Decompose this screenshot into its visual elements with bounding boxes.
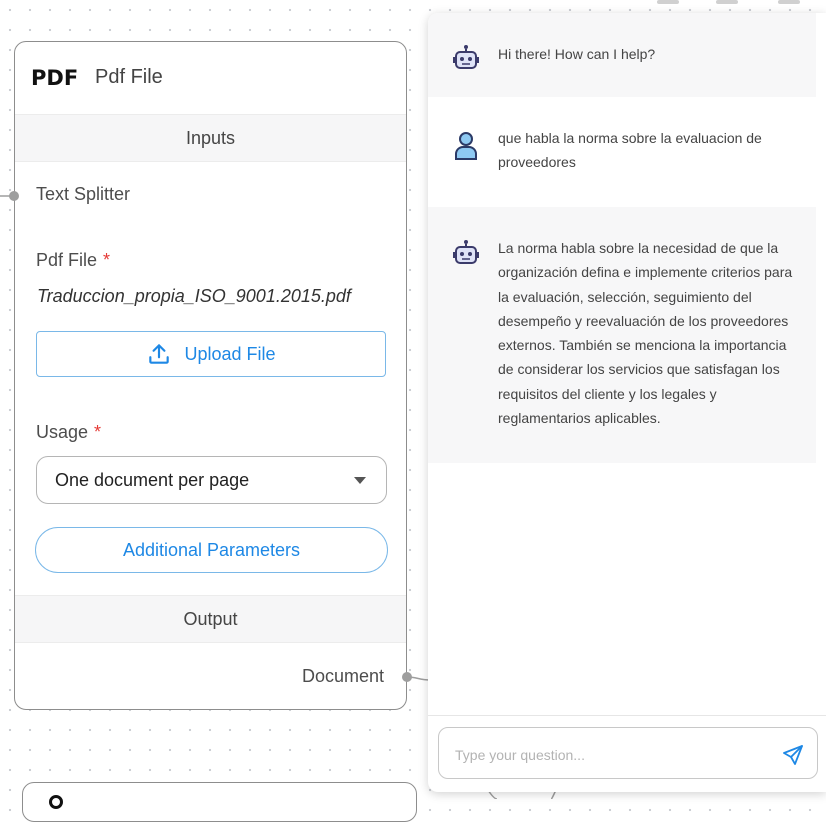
send-icon[interactable]: [781, 743, 805, 767]
pdf-file-label: Pdf File: [36, 250, 98, 270]
chat-message-text: Hi there! How can I help?: [498, 46, 656, 62]
pdf-file-field-label: Pdf File *: [36, 250, 110, 271]
usage-select-value: One document per page: [55, 469, 250, 490]
pdf-icon: PDF: [31, 66, 79, 90]
chat-message-user: que habla la norma sobre la evaluacion d…: [428, 97, 816, 207]
pdf-file-node[interactable]: PDF Pdf File Inputs Text Splitter Pdf Fi…: [9, 41, 412, 710]
additional-parameters-label: Additional Parameters: [122, 539, 301, 560]
caret-down-icon: [354, 477, 366, 484]
usage-label: Usage: [36, 422, 89, 442]
additional-parameters-button[interactable]: Additional Parameters: [35, 527, 388, 573]
chat-message-bot: Hi there! How can I help?: [428, 13, 816, 97]
upload-file-label: Upload File: [184, 343, 276, 364]
question-input[interactable]: [453, 742, 767, 768]
required-asterisk: *: [103, 250, 111, 270]
offscreen-node-edge: [657, 0, 679, 4]
partial-node[interactable]: [22, 782, 417, 822]
node-header[interactable]: PDF Pdf File: [15, 42, 406, 114]
node-icon: [49, 795, 63, 809]
chat-message-text: La norma habla sobre la necesidad de que…: [498, 240, 793, 427]
chat-panel: Hi there! How can I help? que habla la n…: [428, 13, 826, 792]
offscreen-node-edge: [716, 0, 738, 4]
node-title: Pdf File: [95, 66, 163, 88]
offscreen-node-edge: [778, 0, 800, 4]
selected-file-name: Traduccion_propia_ISO_9001.2015.pdf: [37, 286, 351, 306]
output-section-header: Output: [15, 595, 406, 643]
text-splitter-input-handle[interactable]: [9, 191, 19, 201]
robot-icon: [453, 45, 479, 69]
document-output-handle[interactable]: [402, 672, 412, 682]
inputs-label: Inputs: [185, 127, 236, 148]
upload-file-button[interactable]: Upload File: [36, 331, 386, 377]
document-output-label: Document: [302, 666, 385, 686]
user-icon: [455, 132, 477, 160]
divider: [428, 715, 826, 716]
chat-input-box[interactable]: [438, 727, 818, 779]
required-asterisk: *: [94, 422, 102, 442]
robot-icon: [453, 240, 479, 264]
upload-icon: [149, 344, 170, 364]
inputs-section-header: Inputs: [15, 114, 406, 162]
text-splitter-label: Text Splitter: [36, 184, 131, 204]
usage-select[interactable]: One document per page: [36, 456, 387, 504]
chat-message-text: que habla la norma sobre la evaluacion d…: [498, 130, 762, 171]
usage-field-label: Usage *: [36, 422, 101, 443]
chat-message-bot: La norma habla sobre la necesidad de que…: [428, 207, 816, 463]
output-label: Output: [183, 608, 238, 629]
